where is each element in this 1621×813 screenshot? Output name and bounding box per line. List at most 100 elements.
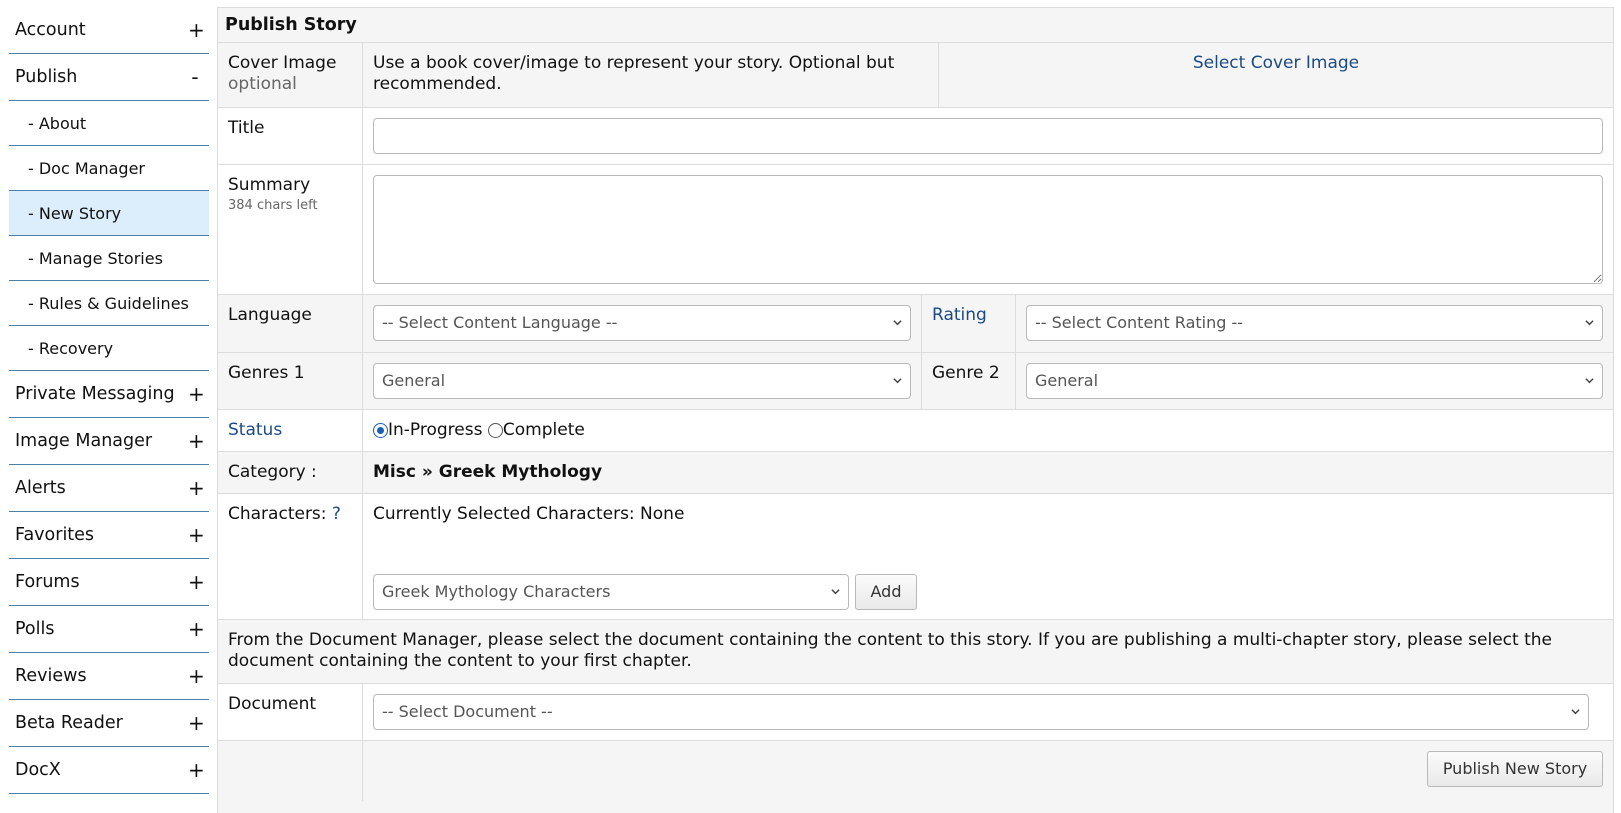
sidebar-item-publish[interactable]: Publish -	[9, 54, 209, 101]
sidebar-subitem-about[interactable]: - About	[9, 101, 209, 146]
add-character-button[interactable]: Add	[855, 574, 917, 610]
sidebar-item-docx[interactable]: DocX +	[9, 747, 209, 794]
sidebar-item-label: Alerts	[15, 478, 66, 498]
expand-icon: +	[188, 429, 205, 453]
status-option-label: In-Progress	[388, 420, 483, 440]
summary-input-cell	[363, 165, 1613, 294]
chevron-down-icon	[1585, 378, 1594, 384]
document-select-value: -- Select Document --	[382, 702, 553, 721]
expand-icon: +	[188, 476, 205, 500]
sidebar-item-forums[interactable]: Forums +	[9, 559, 209, 606]
language-label: Language	[218, 295, 363, 352]
sidebar-item-label: DocX	[15, 760, 61, 780]
sidebar-item-label: Beta Reader	[15, 713, 123, 733]
category-row: Category : Misc » Greek Mythology	[218, 452, 1613, 494]
sidebar-item-alerts[interactable]: Alerts +	[9, 465, 209, 512]
expand-icon: +	[188, 570, 205, 594]
genre1-select-cell: General	[363, 353, 921, 409]
summary-textarea[interactable]	[373, 175, 1603, 284]
summary-label-cell: Summary 384 chars left	[218, 165, 363, 294]
sidebar-item-label: Private Messaging	[15, 384, 175, 404]
sidebar-item-private-messaging[interactable]: Private Messaging +	[9, 371, 209, 418]
publish-new-story-button[interactable]: Publish New Story	[1427, 751, 1603, 787]
sidebar-subitem-label: - Doc Manager	[28, 158, 145, 178]
category-label: Category :	[218, 452, 363, 493]
cover-image-row: Cover Image optional Use a book cover/im…	[218, 43, 1613, 108]
character-picker: Greek Mythology Characters Add	[373, 574, 917, 610]
title-label: Title	[218, 108, 363, 164]
language-rating-row: Language -- Select Content Language -- R…	[218, 295, 1613, 353]
cover-image-description: Use a book cover/image to represent your…	[363, 43, 939, 107]
title-input[interactable]	[373, 118, 1603, 154]
cover-image-cell: Select Cover Image	[939, 43, 1613, 107]
sidebar-item-favorites[interactable]: Favorites +	[9, 512, 209, 559]
publish-story-panel: Publish Story Cover Image optional Use a…	[217, 7, 1614, 813]
sidebar-item-beta-reader[interactable]: Beta Reader +	[9, 700, 209, 747]
chevron-down-icon	[831, 589, 840, 595]
sidebar-nav: Account + Publish - - About - Doc Manage…	[9, 7, 209, 794]
cover-image-label-cell: Cover Image optional	[218, 43, 363, 107]
collapse-icon: -	[191, 65, 199, 89]
rating-label: Rating	[921, 295, 1016, 352]
select-cover-image-link[interactable]: Select Cover Image	[1193, 53, 1359, 73]
sidebar-item-label: Account	[15, 20, 86, 40]
document-select-cell: -- Select Document --	[363, 684, 1613, 740]
language-select[interactable]: -- Select Content Language --	[373, 305, 911, 341]
sidebar-item-label: Reviews	[15, 666, 87, 686]
characters-label: Characters:	[228, 504, 327, 524]
sidebar-subitem-label: - Rules & Guidelines	[28, 293, 189, 313]
document-select[interactable]: -- Select Document --	[373, 694, 1589, 730]
chevron-down-icon	[893, 320, 902, 326]
sidebar-subitem-label: - Manage Stories	[28, 248, 163, 268]
sidebar-subitem-doc-manager[interactable]: - Doc Manager	[9, 146, 209, 191]
category-value: Misc » Greek Mythology	[373, 462, 603, 482]
summary-char-counter: 384 chars left	[228, 198, 318, 213]
sidebar-item-label: Polls	[15, 619, 55, 639]
sidebar-item-polls[interactable]: Polls +	[9, 606, 209, 653]
expand-icon: +	[188, 617, 205, 641]
genre1-select-value: General	[382, 371, 446, 390]
expand-icon: +	[188, 758, 205, 782]
character-select-value: Greek Mythology Characters	[382, 582, 611, 601]
current-characters-text: Currently Selected Characters: None	[373, 504, 685, 524]
submit-label-spacer	[218, 741, 363, 801]
sidebar-subitem-rules-guidelines[interactable]: - Rules & Guidelines	[9, 281, 209, 326]
genres-row: Genres 1 General Genre 2 General	[218, 353, 1613, 410]
chevron-down-icon	[1571, 709, 1580, 715]
characters-help-link[interactable]: ?	[332, 504, 341, 524]
sidebar-subitem-label: - New Story	[28, 203, 122, 223]
chevron-down-icon	[893, 378, 902, 384]
status-label: Status	[218, 410, 363, 451]
status-complete-radio[interactable]: Complete	[487, 420, 585, 441]
cover-image-optional-note: optional	[228, 74, 297, 94]
summary-row: Summary 384 chars left	[218, 165, 1613, 295]
status-options: In-Progress Complete	[363, 410, 1613, 451]
character-select[interactable]: Greek Mythology Characters	[373, 574, 849, 610]
sidebar-subitem-manage-stories[interactable]: - Manage Stories	[9, 236, 209, 281]
status-in-progress-radio[interactable]: In-Progress	[373, 420, 482, 441]
sidebar-subitem-label: - Recovery	[28, 338, 114, 358]
genre1-label: Genres 1	[218, 353, 363, 409]
rating-select[interactable]: -- Select Content Rating --	[1026, 305, 1603, 341]
status-option-label: Complete	[502, 420, 585, 440]
sidebar-item-image-manager[interactable]: Image Manager +	[9, 418, 209, 465]
document-label: Document	[218, 684, 363, 740]
submit-cell: Publish New Story	[363, 741, 1613, 801]
expand-icon: +	[188, 523, 205, 547]
genre2-select-cell: General	[1016, 353, 1613, 409]
document-note-text: From the Document Manager, please select…	[228, 630, 1552, 671]
sidebar-subitem-recovery[interactable]: - Recovery	[9, 326, 209, 371]
sidebar-item-account[interactable]: Account +	[9, 7, 209, 54]
genre2-select-value: General	[1035, 371, 1099, 390]
genre2-select[interactable]: General	[1026, 363, 1603, 399]
sidebar-item-reviews[interactable]: Reviews +	[9, 653, 209, 700]
genre1-select[interactable]: General	[373, 363, 911, 399]
language-select-cell: -- Select Content Language --	[363, 295, 921, 352]
sidebar-item-label: Image Manager	[15, 431, 153, 451]
characters-row: Characters: ? Currently Selected Charact…	[218, 494, 1613, 620]
sidebar-subitem-new-story[interactable]: - New Story	[9, 191, 209, 236]
rating-select-cell: -- Select Content Rating --	[1016, 295, 1613, 352]
radio-selected-icon	[373, 423, 388, 438]
cover-image-label: Cover Image	[228, 53, 337, 73]
characters-cell: Currently Selected Characters: None Gree…	[363, 494, 1613, 619]
